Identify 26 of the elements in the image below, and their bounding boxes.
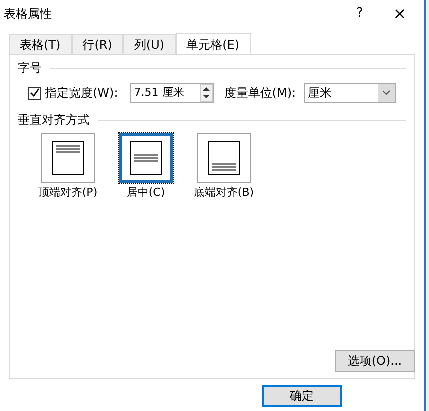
- ok-button[interactable]: 确定: [262, 385, 342, 407]
- width-checkbox[interactable]: [28, 86, 41, 100]
- option-label: 底端对齐(B): [194, 185, 254, 201]
- spinner-icon[interactable]: [200, 84, 214, 102]
- tab[interactable]: 列(U): [123, 34, 176, 54]
- section-title: 垂直对齐方式: [18, 112, 90, 129]
- alignment-option[interactable]: [119, 133, 173, 183]
- options-button[interactable]: 选项(O)...: [335, 350, 415, 372]
- close-button[interactable]: ×: [380, 2, 420, 26]
- window-title: 表格属性: [4, 6, 52, 23]
- checkbox-label: 指定宽度(W):: [45, 85, 118, 102]
- tab[interactable]: 单元格(E): [176, 33, 251, 55]
- option-label: 顶端对齐(P): [38, 185, 98, 201]
- alignment-option[interactable]: [41, 133, 95, 183]
- alignment-icon: [208, 141, 240, 175]
- unit-label: 度量单位(M):: [224, 85, 296, 102]
- tab[interactable]: 表格(T): [9, 34, 72, 54]
- section-title: 字号: [18, 60, 42, 77]
- unit-dropdown[interactable]: 厘米: [304, 83, 396, 103]
- alignment-option[interactable]: [197, 133, 251, 183]
- option-label: 居中(C): [126, 185, 166, 201]
- alignment-icon: [52, 141, 84, 175]
- width-field[interactable]: 7.51 厘米: [130, 83, 214, 103]
- tab[interactable]: 行(R): [72, 34, 124, 54]
- alignment-icon: [130, 141, 162, 175]
- help-button[interactable]: ?: [340, 4, 380, 24]
